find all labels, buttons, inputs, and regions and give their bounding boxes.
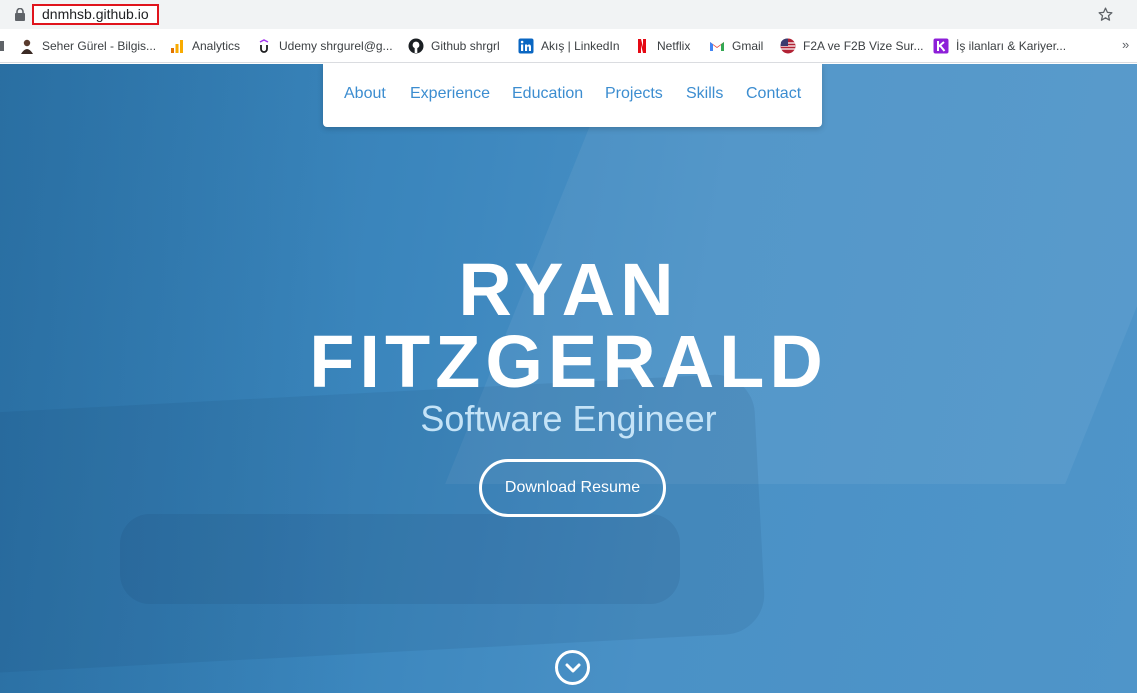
hero-name: RYAN FITZGERALD [0,253,1137,399]
nav-link-about[interactable]: About [344,85,386,103]
chevron-down-icon [565,663,580,672]
nav-link-contact[interactable]: Contact [746,85,801,103]
omnibox[interactable] [6,2,1126,27]
bookmark-label: Udemy shrgurel@g... [279,39,393,53]
main-navigation: About Experience Education Projects Skil… [323,64,822,127]
hero-background-keys [120,514,680,604]
bookmark-label: F2A ve F2B Vize Sur... [803,39,924,53]
bookmark-linkedin[interactable]: Akış | LinkedIn [518,37,620,55]
netflix-icon [634,38,650,54]
bookmark-label: Github shrgrl [431,39,500,53]
nav-link-projects[interactable]: Projects [605,85,663,103]
bookmark-label: Gmail [732,39,764,53]
bookmark-github[interactable]: Github shrgrl [408,37,500,55]
bookmark-label: İş ilanları & Kariyer... [956,39,1067,53]
person-icon [19,38,35,54]
overflow-fragment [0,41,4,51]
linkedin-icon [518,38,534,54]
flag-icon [780,38,796,54]
hero-name-first: RYAN [458,248,679,331]
bookmark-f2a-vize[interactable]: F2A ve F2B Vize Sur... [780,37,924,55]
download-resume-button[interactable]: Download Resume [479,459,666,517]
bookmark-label: Seher Gürel - Bilgis... [42,39,157,53]
bookmark-analytics[interactable]: Analytics [169,37,240,55]
bookmark-kariyer[interactable]: İş ilanları & Kariyer... [933,37,1066,55]
bookmark-netflix[interactable]: Netflix [634,37,690,55]
bookmark-seher-gurel[interactable]: Seher Gürel - Bilgis... [19,37,156,55]
nav-link-skills[interactable]: Skills [686,85,723,103]
browser-address-bar: dnmhsb.github.io [0,0,1137,29]
nav-link-experience[interactable]: Experience [410,85,490,103]
bookmark-label: Akış | LinkedIn [541,39,620,53]
hero-subtitle: Software Engineer [420,398,717,439]
hero-name-last: FITZGERALD [309,320,828,403]
github-icon [408,38,424,54]
bookmark-star-icon[interactable] [1097,6,1114,23]
kariyer-icon [933,38,949,54]
bookmark-gmail[interactable]: Gmail [709,37,763,55]
bookmark-udemy[interactable]: Udemy shrgurel@g... [256,37,393,55]
bookmarks-bar: Seher Gürel - Bilgis... Analytics Udemy … [0,29,1137,63]
lock-icon[interactable] [14,8,26,21]
gmail-icon [709,38,725,54]
analytics-icon [169,38,185,54]
bookmark-label: Netflix [657,39,691,53]
nav-link-education[interactable]: Education [512,85,583,103]
udemy-icon [256,38,272,54]
scroll-down-button[interactable] [555,650,590,685]
hero-section: About Experience Education Projects Skil… [0,64,1137,693]
bookmark-label: Analytics [192,39,241,53]
more-bookmarks-button[interactable]: » [1122,37,1129,52]
url-text[interactable]: dnmhsb.github.io [32,4,159,25]
